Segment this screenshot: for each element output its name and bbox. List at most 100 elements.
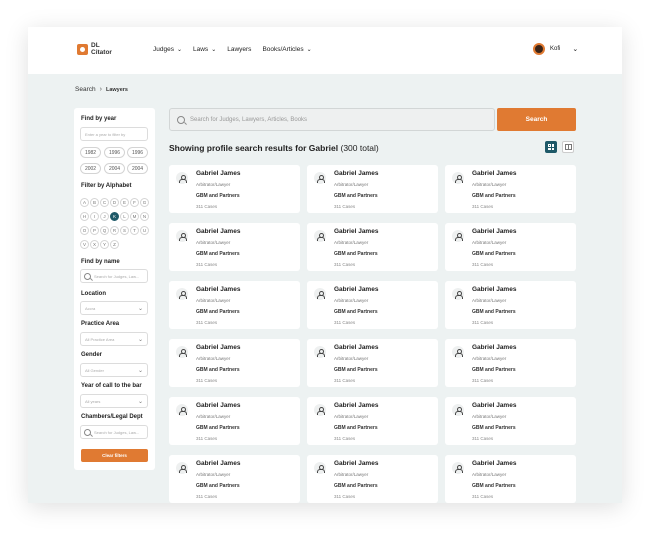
year-input[interactable]: Enter a year to filter by	[80, 127, 148, 141]
alphabet-letter[interactable]: V	[80, 240, 89, 249]
year-chip[interactable]: 2002	[80, 163, 101, 174]
practice-area-select[interactable]: All Practice Area ⌄	[80, 332, 148, 346]
alphabet-letter[interactable]: H	[80, 212, 89, 221]
profile-card[interactable]: Gabriel James Arbitrator/Lawyer GBM and Pa…	[445, 455, 576, 503]
profile-card[interactable]: Gabriel James Arbitrator/Lawyer GBM and Pa…	[445, 165, 576, 213]
alphabet-letter[interactable]: Y	[100, 240, 109, 249]
year-chip[interactable]: 1996	[104, 147, 125, 158]
profile-card[interactable]: Gabriel James Arbitrator/Lawyer GBM and Pa…	[445, 397, 576, 445]
main-menu: Judges ⌄ Laws ⌄ Lawyers Books/Articles ⌄	[153, 46, 323, 53]
practice-area-value: All Practice Area	[85, 336, 115, 342]
top-navbar: DL Citator Judges ⌄ Laws ⌄ Lawyers Books/A…	[28, 27, 622, 74]
alphabet-letter[interactable]: O	[80, 226, 89, 235]
alphabet-letter[interactable]: D	[110, 198, 119, 207]
nav-laws[interactable]: Laws ⌄	[193, 46, 216, 53]
alphabet-letter[interactable]: P	[90, 226, 99, 235]
profile-name: Gabriel James	[472, 286, 517, 293]
chambers-search-input[interactable]: Search for Judges, Law...	[80, 425, 148, 439]
profile-role: Arbitrator/Lawyer	[472, 414, 507, 419]
grid-view-button[interactable]	[545, 141, 557, 153]
alphabet-letter[interactable]: B	[90, 198, 99, 207]
profile-role: Arbitrator/Lawyer	[196, 472, 231, 477]
alphabet-letter[interactable]: I	[90, 212, 99, 221]
profile-cases: 311 Cases	[472, 494, 494, 499]
alphabet-letter[interactable]: Z	[110, 240, 119, 249]
results-heading: Showing profile search results for Gabri…	[169, 143, 379, 153]
call-year-select[interactable]: All years ⌄	[80, 394, 148, 408]
alphabet-letter[interactable]: N	[140, 212, 149, 221]
alphabet-letter[interactable]: C	[100, 198, 109, 207]
alphabet-letter[interactable]: J	[100, 212, 109, 221]
profile-role: Arbitrator/Lawyer	[196, 240, 231, 245]
profile-firm: GBM and Partners	[472, 483, 516, 489]
alphabet-letter[interactable]: Q	[100, 226, 109, 235]
profile-card[interactable]: Gabriel James Arbitrator/Lawyer GBM and Pa…	[169, 281, 300, 329]
filter-sidebar: Find by year Enter a year to filter by 1…	[74, 108, 155, 470]
profile-card[interactable]: Gabriel James Arbitrator/Lawyer GBM and Pa…	[307, 339, 438, 387]
alphabet-letter[interactable]: G	[140, 198, 149, 207]
nav-books-label: Books/Articles	[262, 46, 304, 53]
alphabet-letter[interactable]: E	[120, 198, 129, 207]
profile-card[interactable]: Gabriel James Arbitrator/Lawyer GBM and Pa…	[445, 339, 576, 387]
location-select[interactable]: Accra ⌄	[80, 301, 148, 315]
gender-select[interactable]: All Gender ⌄	[80, 363, 148, 377]
breadcrumb-current: Lawyers	[105, 86, 128, 93]
profile-name: Gabriel James	[334, 286, 379, 293]
alphabet-letter[interactable]: K	[110, 212, 119, 221]
year-chip[interactable]: 1996	[127, 147, 148, 158]
profile-card[interactable]: Gabriel James Arbitrator/Lawyer GBM and Pa…	[307, 281, 438, 329]
profile-card[interactable]: Gabriel James Arbitrator/Lawyer GBM and Pa…	[307, 455, 438, 503]
filter-practice-title: Practice Area	[81, 321, 120, 327]
chevron-down-icon: ⌄	[137, 336, 143, 343]
clear-filters-button[interactable]: Clear filters	[81, 449, 148, 462]
user-icon	[314, 172, 326, 184]
alphabet-letter[interactable]: T	[130, 226, 139, 235]
alphabet-letter[interactable]: A	[80, 198, 89, 207]
nav-books-articles[interactable]: Books/Articles ⌄	[262, 46, 311, 53]
gender-value: All Gender	[85, 367, 104, 373]
list-view-button[interactable]	[562, 141, 574, 153]
alphabet-letter[interactable]: U	[140, 226, 149, 235]
profile-card[interactable]: Gabriel James Arbitrator/Lawyer GBM and Pa…	[169, 397, 300, 445]
user-icon	[314, 404, 326, 416]
profile-card[interactable]: Gabriel James Arbitrator/Lawyer GBM and Pa…	[307, 165, 438, 213]
search-button[interactable]: Search	[497, 108, 576, 131]
profile-card[interactable]: Gabriel James Arbitrator/Lawyer GBM and Pa…	[307, 397, 438, 445]
profile-role: Arbitrator/Lawyer	[196, 414, 231, 419]
user-menu[interactable]: Kofi ⌄	[533, 43, 578, 55]
year-chip[interactable]: 1982	[80, 147, 101, 158]
user-icon	[452, 172, 464, 184]
name-search-input[interactable]: Search for Judges, Law...	[80, 269, 148, 283]
profile-cases: 311 Cases	[334, 204, 356, 209]
user-icon	[176, 172, 188, 184]
year-chip[interactable]: 2004	[127, 163, 148, 174]
chevron-down-icon: ⌄	[137, 367, 143, 374]
profile-card[interactable]: Gabriel James Arbitrator/Lawyer GBM and Pa…	[169, 455, 300, 503]
chevron-right-icon: ›	[99, 86, 102, 93]
profile-card[interactable]: Gabriel James Arbitrator/Lawyer GBM and Pa…	[307, 223, 438, 271]
nav-judges[interactable]: Judges ⌄	[153, 46, 182, 53]
profile-card[interactable]: Gabriel James Arbitrator/Lawyer GBM and Pa…	[445, 281, 576, 329]
profile-card[interactable]: Gabriel James Arbitrator/Lawyer GBM and Pa…	[169, 339, 300, 387]
profile-card[interactable]: Gabriel James Arbitrator/Lawyer GBM and Pa…	[445, 223, 576, 271]
filter-year-title: Find by year	[81, 116, 117, 122]
alphabet-letter[interactable]: L	[120, 212, 129, 221]
year-chip[interactable]: 2004	[104, 163, 125, 174]
alphabet-letter[interactable]: F	[130, 198, 139, 207]
alphabet-letter[interactable]: R	[110, 226, 119, 235]
logo[interactable]: DL Citator	[77, 42, 112, 56]
profile-name: Gabriel James	[196, 460, 241, 467]
profile-cases: 311 Cases	[196, 436, 218, 441]
alphabet-letter[interactable]: S	[120, 226, 129, 235]
profile-cases: 311 Cases	[472, 204, 494, 209]
profile-card[interactable]: Gabriel James Arbitrator/Lawyer GBM and Pa…	[169, 165, 300, 213]
profile-card[interactable]: Gabriel James Arbitrator/Lawyer GBM and Pa…	[169, 223, 300, 271]
main-search-input[interactable]: Search for Judges, Lawyers, Articles, Bo…	[169, 108, 495, 131]
alphabet-letter[interactable]: M	[130, 212, 139, 221]
profile-name: Gabriel James	[334, 402, 379, 409]
breadcrumb-search[interactable]: Search	[75, 86, 96, 93]
results-heading-text: Showing profile search results for Gabri…	[169, 143, 339, 153]
alphabet-letter[interactable]: X	[90, 240, 99, 249]
nav-lawyers[interactable]: Lawyers	[227, 46, 251, 53]
logo-icon	[77, 44, 88, 55]
